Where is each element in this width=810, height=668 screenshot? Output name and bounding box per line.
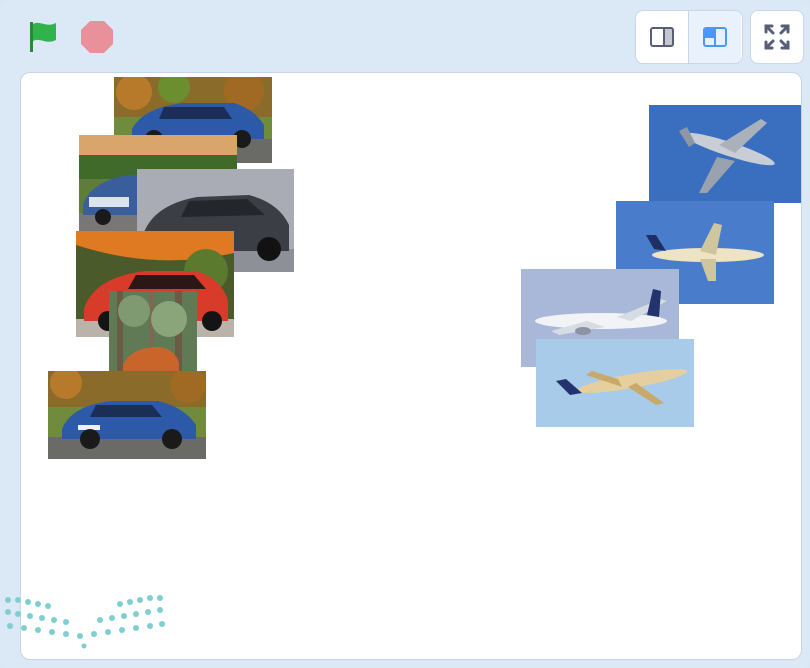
small-stage-button[interactable] (636, 11, 689, 63)
small-stage-icon (650, 27, 674, 47)
plane-sprite[interactable] (536, 339, 694, 427)
car-sprite[interactable] (109, 291, 197, 373)
stage-size-toggle (635, 10, 743, 64)
dotted-logo-watermark (5, 595, 165, 649)
stop-icon[interactable] (80, 20, 114, 54)
plane-sprite[interactable] (649, 105, 801, 203)
stage-toolbar (0, 0, 810, 72)
green-flag-icon[interactable] (26, 18, 62, 54)
stage-window (0, 0, 810, 668)
normal-stage-icon (703, 27, 727, 47)
fullscreen-icon (764, 24, 790, 50)
normal-stage-button[interactable] (689, 11, 741, 63)
stage-canvas[interactable] (20, 72, 802, 660)
car-sprite[interactable] (48, 371, 206, 459)
fullscreen-button[interactable] (750, 10, 804, 64)
